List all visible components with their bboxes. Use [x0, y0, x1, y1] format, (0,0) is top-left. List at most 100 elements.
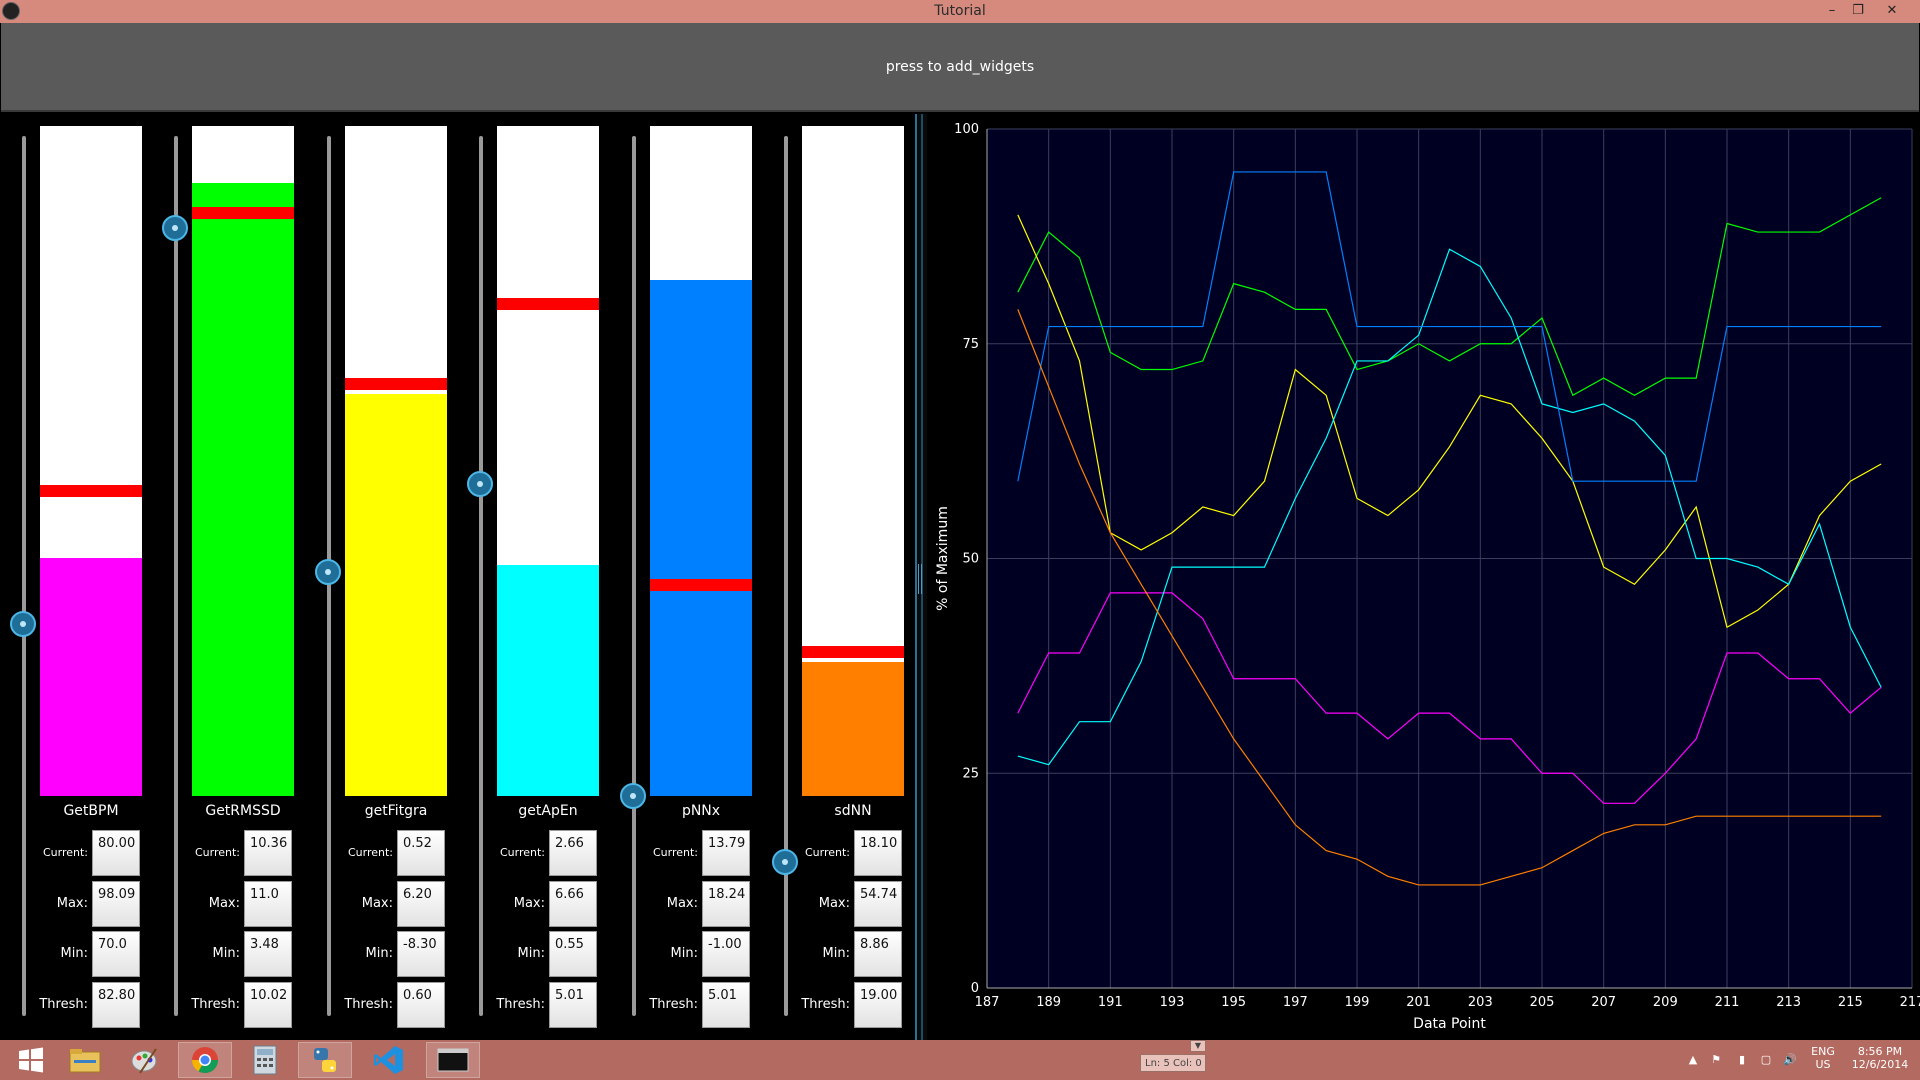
- threshold-marker: [345, 377, 447, 390]
- gauge-panel: GetBPM Current: 80.00 Max: 98.09 Min: 70.0 Thre…: [0, 114, 915, 1040]
- network-icon[interactable]: ▢: [1756, 1040, 1776, 1080]
- y-tick-label: 100: [954, 122, 979, 137]
- stat-label-min: Min:: [517, 946, 545, 961]
- x-tick-label: 213: [1776, 995, 1801, 1010]
- stat-value-thresh[interactable]: 82.80: [92, 982, 140, 1028]
- slider-handle-icon[interactable]: [162, 215, 188, 242]
- stat-value-max[interactable]: 6.66: [549, 881, 597, 927]
- app-icon: [2, 2, 20, 20]
- stat-row-current: Current: 13.79: [640, 830, 760, 876]
- slider-handle-icon[interactable]: [467, 470, 493, 497]
- stat-row-min: Min: -8.30: [335, 931, 455, 977]
- paint-icon[interactable]: [118, 1042, 172, 1078]
- x-tick-label: 211: [1715, 995, 1740, 1010]
- stat-row-min: Min: 8.86: [792, 931, 912, 977]
- slider-handle-icon[interactable]: [315, 558, 341, 585]
- restore-icon[interactable]: ❐: [1846, 0, 1870, 23]
- stat-label-current: Current:: [804, 846, 850, 859]
- calculator-icon[interactable]: [238, 1042, 292, 1078]
- python-icon[interactable]: [298, 1042, 352, 1078]
- clock[interactable]: 8:56 PM 12/6/2014: [1846, 1040, 1914, 1080]
- threshold-slider-track[interactable]: [174, 136, 178, 1016]
- gauge-pNNx: pNNx Current: 13.79 Max: 18.24 Min: -1.00 Thres…: [610, 114, 762, 1040]
- level-bar-fill: [802, 662, 904, 796]
- stat-value-max[interactable]: 18.24: [702, 881, 750, 927]
- threshold-slider-track[interactable]: [479, 136, 483, 1016]
- flag-icon[interactable]: ⚑: [1706, 1040, 1726, 1080]
- stat-value-current[interactable]: 13.79: [702, 830, 750, 876]
- stat-row-max: Max: 54.74: [792, 881, 912, 927]
- stat-label-min: Min:: [670, 946, 698, 961]
- gauge-getFitgra: getFitgra Current: 0.52 Max: 6.20 Min: -8.30 Th…: [305, 114, 457, 1040]
- stat-value-min[interactable]: 0.55: [549, 931, 597, 977]
- stat-value-current[interactable]: 18.10: [854, 830, 902, 876]
- stat-value-current[interactable]: 10.36: [244, 830, 292, 876]
- stat-row-min: Min: 3.48: [182, 931, 302, 977]
- stat-value-max[interactable]: 98.09: [92, 881, 140, 927]
- stat-value-min[interactable]: 8.86: [854, 931, 902, 977]
- stat-value-min[interactable]: -8.30: [397, 931, 445, 977]
- add-widgets-button[interactable]: press to add_widgets: [1, 23, 1919, 112]
- gauge-name: pNNx: [681, 803, 721, 819]
- splitter-grip-icon[interactable]: [918, 564, 924, 594]
- file-explorer-icon[interactable]: [58, 1042, 112, 1078]
- stat-value-thresh[interactable]: 10.02: [244, 982, 292, 1028]
- stat-value-max[interactable]: 6.20: [397, 881, 445, 927]
- stat-row-max: Max: 18.24: [640, 881, 760, 927]
- title-bar: Tutorial – ❐ ✕: [0, 0, 1920, 23]
- y-tick-label: 25: [962, 766, 979, 781]
- editor-status: Ln: 5 Col: 0: [1140, 1054, 1206, 1072]
- stat-value-current[interactable]: 2.66: [549, 830, 597, 876]
- chrome-icon[interactable]: [178, 1042, 232, 1078]
- stat-value-current[interactable]: 80.00: [92, 830, 140, 876]
- volume-icon[interactable]: 🔊: [1780, 1040, 1800, 1080]
- chevron-down-icon[interactable]: ▼: [1190, 1040, 1206, 1052]
- panel-splitter[interactable]: [915, 114, 927, 1040]
- stat-row-thresh: Thresh: 10.02: [182, 982, 302, 1028]
- stat-value-min[interactable]: 3.48: [244, 931, 292, 977]
- stat-value-thresh[interactable]: 0.60: [397, 982, 445, 1028]
- stat-row-current: Current: 10.36: [182, 830, 302, 876]
- clock-date: 12/6/2014: [1851, 1058, 1909, 1071]
- stat-row-min: Min: 70.0: [30, 931, 150, 977]
- visual-studio-icon[interactable]: [362, 1042, 416, 1078]
- stat-value-thresh[interactable]: 19.00: [854, 982, 902, 1028]
- threshold-slider-track[interactable]: [632, 136, 636, 1016]
- y-tick-label: 50: [962, 552, 979, 567]
- level-bar-fill: [650, 280, 752, 796]
- stat-label-min: Min:: [365, 946, 393, 961]
- x-tick-label: 205: [1530, 995, 1555, 1010]
- stat-row-max: Max: 11.0: [182, 881, 302, 927]
- gauge-name: GetRMSSD: [205, 803, 281, 819]
- stat-value-thresh[interactable]: 5.01: [702, 982, 750, 1028]
- stat-label-thresh: Thresh:: [496, 997, 545, 1012]
- stat-label-thresh: Thresh:: [191, 997, 240, 1012]
- stat-value-max[interactable]: 11.0: [244, 881, 292, 927]
- slider-handle-icon[interactable]: [10, 611, 36, 638]
- stat-value-current[interactable]: 0.52: [397, 830, 445, 876]
- stat-row-max: Max: 98.09: [30, 881, 150, 927]
- x-tick-label: 203: [1468, 995, 1493, 1010]
- close-icon[interactable]: ✕: [1880, 0, 1904, 23]
- stat-value-max[interactable]: 54.74: [854, 881, 902, 927]
- stat-row-thresh: Thresh: 5.01: [640, 982, 760, 1028]
- x-tick-label: 199: [1345, 995, 1370, 1010]
- stat-value-min[interactable]: 70.0: [92, 931, 140, 977]
- slider-handle-icon[interactable]: [620, 783, 646, 809]
- stat-row-thresh: Thresh: 19.00: [792, 982, 912, 1028]
- stat-row-current: Current: 80.00: [30, 830, 150, 876]
- show-hidden-icons-icon[interactable]: ▲: [1686, 1040, 1700, 1080]
- stat-label-max: Max:: [513, 896, 545, 911]
- stat-value-thresh[interactable]: 5.01: [549, 982, 597, 1028]
- start-button[interactable]: [4, 1042, 58, 1078]
- battery-icon[interactable]: ▮: [1732, 1040, 1752, 1080]
- language-indicator[interactable]: ENG US: [1808, 1040, 1838, 1080]
- stat-label-thresh: Thresh:: [344, 997, 393, 1012]
- stat-value-min[interactable]: -1.00: [702, 931, 750, 977]
- threshold-slider-track[interactable]: [784, 136, 788, 1016]
- clock-time: 8:56 PM: [1857, 1045, 1903, 1058]
- console-icon[interactable]: [426, 1042, 480, 1078]
- threshold-slider-track[interactable]: [22, 136, 26, 1016]
- windows-logo-icon: [19, 1047, 43, 1073]
- minimize-icon[interactable]: –: [1820, 0, 1844, 23]
